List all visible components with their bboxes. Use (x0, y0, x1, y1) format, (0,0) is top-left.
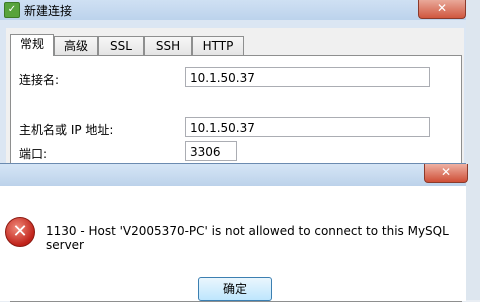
background-window-edge (466, 0, 480, 300)
window-titlebar: ✓ 新建连接 (0, 0, 466, 20)
close-icon: ✕ (437, 1, 448, 15)
dialog-titlebar: ✕ (0, 164, 468, 186)
tab-ssh[interactable]: SSH (144, 36, 192, 55)
background-close-button[interactable]: ✕ (418, 0, 466, 19)
port-label: 端口: (19, 147, 48, 161)
tab-http[interactable]: HTTP (192, 36, 244, 55)
host-input[interactable]: 10.1.50.37 (185, 117, 430, 137)
tab-ssl[interactable]: SSL (98, 36, 144, 55)
dialog-body: ✕ 1130 - Host 'V2005370-PC' is not allow… (0, 186, 466, 301)
app-icon: ✓ (4, 2, 20, 18)
dialog-close-button[interactable]: ✕ (424, 164, 468, 183)
connection-name-label: 连接名: (19, 73, 60, 87)
tab-advanced[interactable]: 高级 (54, 36, 98, 55)
error-icon: ✕ (5, 217, 35, 247)
error-message: 1130 - Host 'V2005370-PC' is not allowed… (46, 224, 449, 252)
tab-general[interactable]: 常规 (10, 34, 54, 56)
port-input[interactable]: 3306 (185, 141, 237, 161)
host-label: 主机名或 IP 地址: (19, 123, 114, 137)
error-dialog: ✕ ✕ 1130 - Host 'V2005370-PC' is not all… (0, 163, 468, 301)
connection-name-input[interactable]: 10.1.50.37 (185, 67, 430, 87)
close-icon: ✕ (441, 165, 452, 179)
ok-button[interactable]: 确定 (198, 277, 272, 301)
window-title: 新建连接 (24, 4, 73, 18)
